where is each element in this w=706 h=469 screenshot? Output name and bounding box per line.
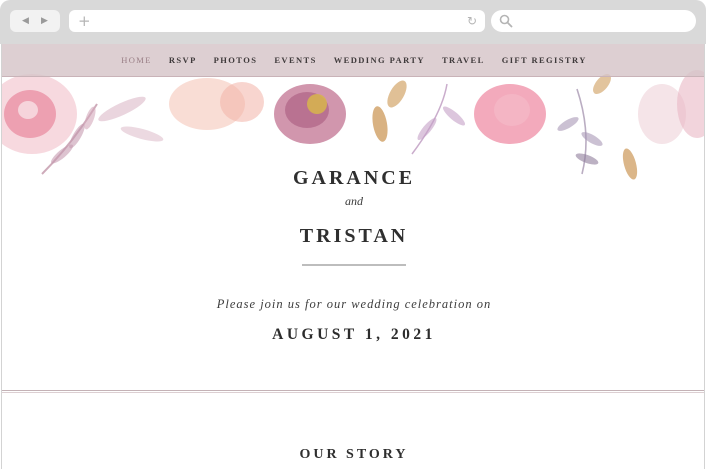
our-story-heading: OUR STORY xyxy=(299,447,409,462)
section-divider-shadow xyxy=(2,392,704,393)
nav-events[interactable]: EVENTS xyxy=(274,55,316,65)
first-name: GARANCE xyxy=(292,167,416,189)
wedding-date: AUGUST 1, 2021 xyxy=(272,326,436,343)
search-icon xyxy=(499,14,513,28)
section-divider xyxy=(2,390,704,391)
nav-photos[interactable]: PHOTOS xyxy=(214,55,258,65)
nav-wedding-party[interactable]: WEDDING PARTY xyxy=(334,55,425,65)
invitation-text: Please join us for our wedding celebrati… xyxy=(216,297,492,311)
and-script: and xyxy=(345,194,363,208)
address-bar[interactable]: + ↻ xyxy=(69,10,485,32)
wedding-website: HOME RSVP PHOTOS EVENTS WEDDING PARTY TR… xyxy=(1,44,705,469)
history-buttons: ◀ ▶ xyxy=(10,10,60,32)
nav-home[interactable]: HOME xyxy=(121,55,152,65)
plus-icon[interactable]: + xyxy=(78,12,91,30)
nav-rsvp[interactable]: RSVP xyxy=(169,55,197,65)
reload-icon[interactable]: ↻ xyxy=(467,14,477,28)
forward-arrow-icon[interactable]: ▶ xyxy=(41,16,48,26)
second-name: TRISTAN xyxy=(299,225,409,247)
nav-travel[interactable]: TRAVEL xyxy=(442,55,485,65)
title-divider xyxy=(302,264,406,266)
browser-toolbar: ◀ ▶ + ↻ xyxy=(0,0,706,44)
back-arrow-icon[interactable]: ◀ xyxy=(22,16,29,26)
nav-gift-registry[interactable]: GIFT REGISTRY xyxy=(502,55,587,65)
site-navigation: HOME RSVP PHOTOS EVENTS WEDDING PARTY TR… xyxy=(2,44,704,77)
search-input[interactable] xyxy=(491,10,696,32)
